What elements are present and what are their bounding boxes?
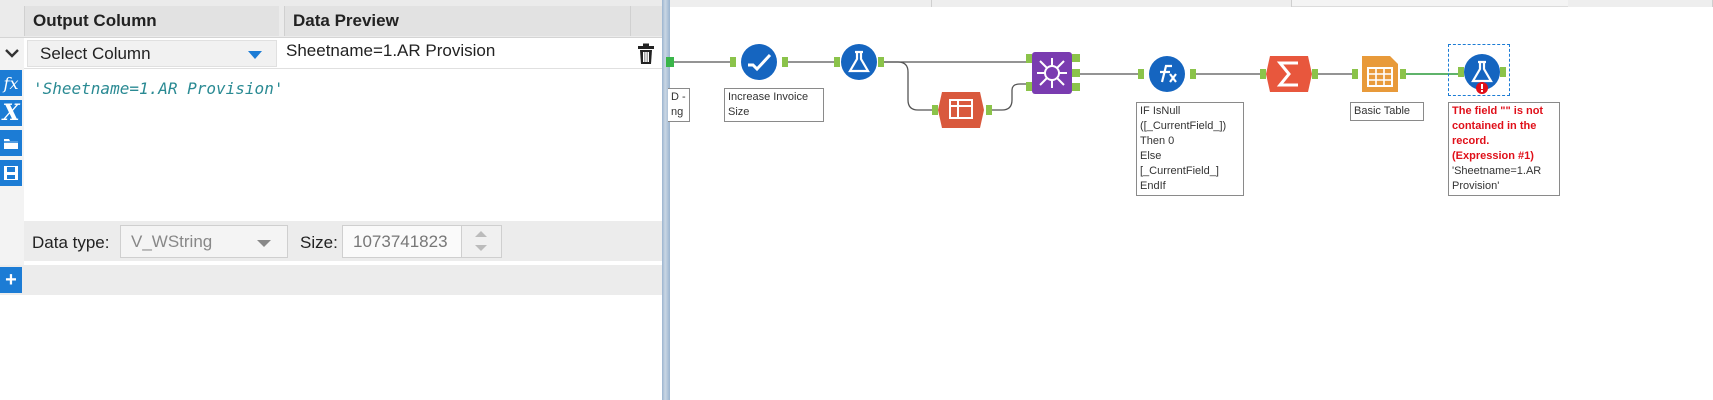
add-formula-button[interactable]: + <box>0 267 22 293</box>
chevron-down-icon[interactable] <box>0 38 24 68</box>
dropdown-arrow-icon <box>248 51 262 59</box>
input-tool-icon[interactable] <box>664 42 678 82</box>
annotation-line: Size <box>728 106 750 118</box>
app-window: Output Column Data Preview Select Column… <box>0 0 1713 400</box>
annotation-formula-error: The field "" is not contained in the rec… <box>1448 102 1560 196</box>
crosstab-icon[interactable] <box>932 90 992 130</box>
error-message-line: contained in the <box>1452 120 1537 132</box>
annotation-line: 'Sheetname=1.AR <box>1452 165 1542 177</box>
select-records-icon[interactable] <box>730 42 788 82</box>
data-preview-value: Sheetname=1.AR Provision <box>286 41 496 60</box>
open-folder-icon[interactable] <box>0 130 22 156</box>
fx-icon[interactable]: fx <box>0 70 22 96</box>
annotation-line: Basic Table <box>1354 105 1411 117</box>
size-label: Size: <box>300 233 338 252</box>
size-value: 1073741823 <box>353 232 448 251</box>
summarize-icon[interactable] <box>1260 54 1318 94</box>
size-stepper[interactable]: 1073741823 <box>342 225 502 258</box>
spin-down-icon[interactable] <box>475 245 487 251</box>
add-formula-row: + <box>0 265 662 295</box>
grid-header: Output Column Data Preview <box>0 0 662 38</box>
formula-configuration-panel: Output Column Data Preview Select Column… <box>0 0 662 400</box>
data-type-label: Data type: <box>32 233 110 252</box>
error-message-line: The field "" is not <box>1452 105 1544 117</box>
annotation-increase-invoice: Increase Invoice Size <box>724 88 824 122</box>
annotation-line: IF IsNull <box>1140 105 1181 117</box>
multi-field-formula-icon[interactable] <box>1138 54 1196 94</box>
error-message-line: (Expression #1) <box>1452 150 1534 162</box>
data-preview-header[interactable]: Data Preview <box>284 6 630 36</box>
annotation-line: Then 0 <box>1140 135 1175 147</box>
spin-up-icon[interactable] <box>475 231 487 237</box>
basic-table-icon[interactable] <box>1352 54 1406 94</box>
annotation-line: [_CurrentField_] <box>1140 165 1219 177</box>
select-column-dropdown[interactable]: Select Column <box>27 40 277 67</box>
annotation-line: ng <box>671 106 684 118</box>
workflow-canvas[interactable]: D - ng Increase Invoice Size IF IsNull (… <box>666 0 1713 400</box>
data-type-row: Data type: V_WString Size: 1073741823 <box>24 221 662 261</box>
annotation-line: Provision' <box>1452 180 1500 192</box>
dropdown-arrow-icon <box>257 240 271 247</box>
expression-editor[interactable]: 'Sheetname=1.AR Provision' <box>24 70 662 220</box>
annotation-line: D - <box>671 91 686 103</box>
header-spacer <box>630 6 662 36</box>
annotation-line: Else <box>1140 150 1162 162</box>
variable-icon[interactable]: X <box>0 100 22 126</box>
formula-row: Select Column Sheetname=1.AR Provision <box>24 38 662 69</box>
data-type-dropdown[interactable]: V_WString <box>120 225 288 258</box>
plus-icon: + <box>5 268 17 291</box>
error-message-line: record. <box>1452 135 1490 147</box>
size-spinner[interactable] <box>461 226 501 257</box>
annotation-line: ([_CurrentField_]) <box>1140 120 1227 132</box>
annotation-first-tool: D - ng <box>668 88 690 122</box>
select-column-label: Select Column <box>40 44 151 63</box>
formula-error-tool-icon[interactable] <box>1458 52 1508 94</box>
save-icon[interactable] <box>0 160 22 186</box>
trash-icon[interactable] <box>632 40 660 67</box>
formula-tool-icon[interactable] <box>834 42 884 82</box>
annotation-line: Increase Invoice <box>728 91 809 103</box>
data-type-value: V_WString <box>131 232 213 251</box>
output-column-header[interactable]: Output Column <box>24 6 279 36</box>
annotation-multi-field-formula: IF IsNull ([_CurrentField_]) Then 0 Else… <box>1136 102 1244 196</box>
annotation-basic-table: Basic Table <box>1350 102 1424 121</box>
join-multiple-icon[interactable] <box>1026 52 1080 94</box>
annotation-line: EndIf <box>1140 180 1166 192</box>
